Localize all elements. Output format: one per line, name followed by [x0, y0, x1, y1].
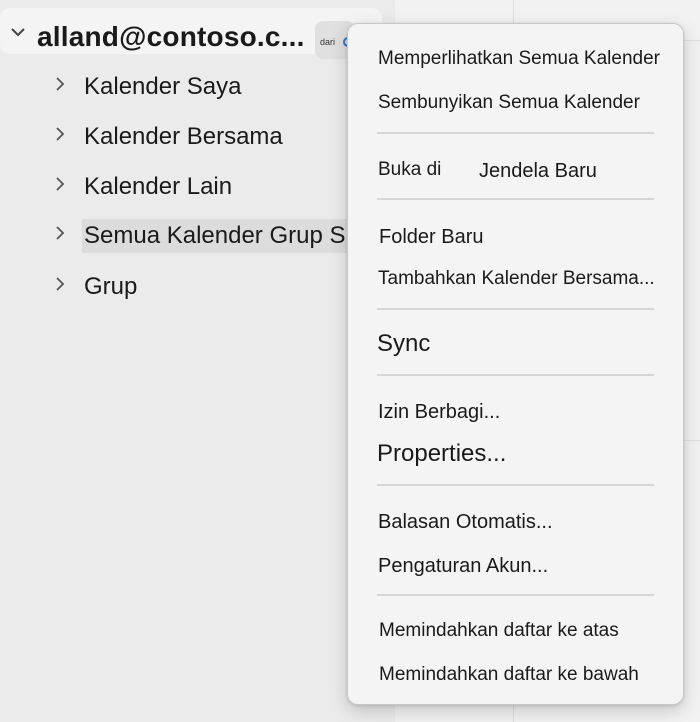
- account-row[interactable]: alland@contoso.c... dari: [0, 8, 382, 59]
- account-name: alland@contoso.c...: [37, 21, 305, 52]
- sidebar-item-all-group-calendars[interactable]: Semua Kalender Grup S: [0, 213, 395, 253]
- menu-separator: [377, 132, 654, 134]
- menu-item-move-list-down[interactable]: Memindahkan daftar ke bawah: [379, 664, 639, 686]
- menu-item-show-all-calendars[interactable]: Memperlihatkan Semua Kalender: [378, 48, 660, 70]
- sidebar-item-label: Semua Kalender Grup S: [84, 222, 346, 250]
- context-menu: Memperlihatkan Semua Kalender Sembunyika…: [347, 23, 684, 705]
- menu-label-open-in: Buka di: [378, 159, 442, 180]
- menu-separator: [377, 308, 654, 310]
- menu-item-sync[interactable]: Sync: [377, 330, 430, 358]
- badge-label: dari: [320, 37, 336, 47]
- chevron-right-icon[interactable]: [55, 276, 65, 292]
- menu-separator: [377, 594, 654, 596]
- sidebar-item-shared-calendars[interactable]: Kalender Bersama: [0, 114, 395, 154]
- sidebar-item-label: Grup: [84, 273, 138, 300]
- menu-separator: [377, 198, 654, 200]
- menu-item-new-folder[interactable]: Folder Baru: [379, 226, 484, 249]
- chevron-right-icon[interactable]: [55, 176, 65, 192]
- menu-item-move-list-up[interactable]: Memindahkan daftar ke atas: [379, 620, 619, 642]
- menu-item-properties[interactable]: Properties...: [377, 440, 506, 468]
- menu-separator: [377, 484, 654, 486]
- chevron-right-icon[interactable]: [55, 126, 65, 142]
- menu-separator: [377, 374, 654, 376]
- sidebar-item-label: Kalender Bersama: [84, 123, 283, 150]
- sidebar-item-label: Kalender Saya: [84, 73, 242, 100]
- sidebar-item-other-calendars[interactable]: Kalender Lain: [0, 164, 395, 204]
- menu-item-hide-all-calendars[interactable]: Sembunyikan Semua Kalender: [378, 92, 640, 114]
- menu-item-new-window[interactable]: Jendela Baru: [479, 160, 597, 183]
- chevron-right-icon[interactable]: [55, 225, 65, 241]
- chevron-right-icon[interactable]: [55, 76, 65, 92]
- sidebar-item-groups[interactable]: Grup: [0, 264, 395, 304]
- menu-item-account-settings[interactable]: Pengaturan Akun...: [378, 555, 548, 578]
- sidebar-item-my-calendars[interactable]: Kalender Saya: [0, 64, 395, 104]
- sidebar-item-label: Kalender Lain: [84, 173, 233, 200]
- chevron-down-icon[interactable]: [10, 26, 26, 38]
- menu-item-add-shared-calendar[interactable]: Tambahkan Kalender Bersama...: [378, 268, 655, 290]
- folder-sidebar: alland@contoso.c... dari Kalender Saya K…: [0, 0, 395, 722]
- menu-item-sharing-permissions[interactable]: Izin Berbagi...: [378, 401, 500, 424]
- menu-item-automatic-replies[interactable]: Balasan Otomatis...: [378, 511, 553, 534]
